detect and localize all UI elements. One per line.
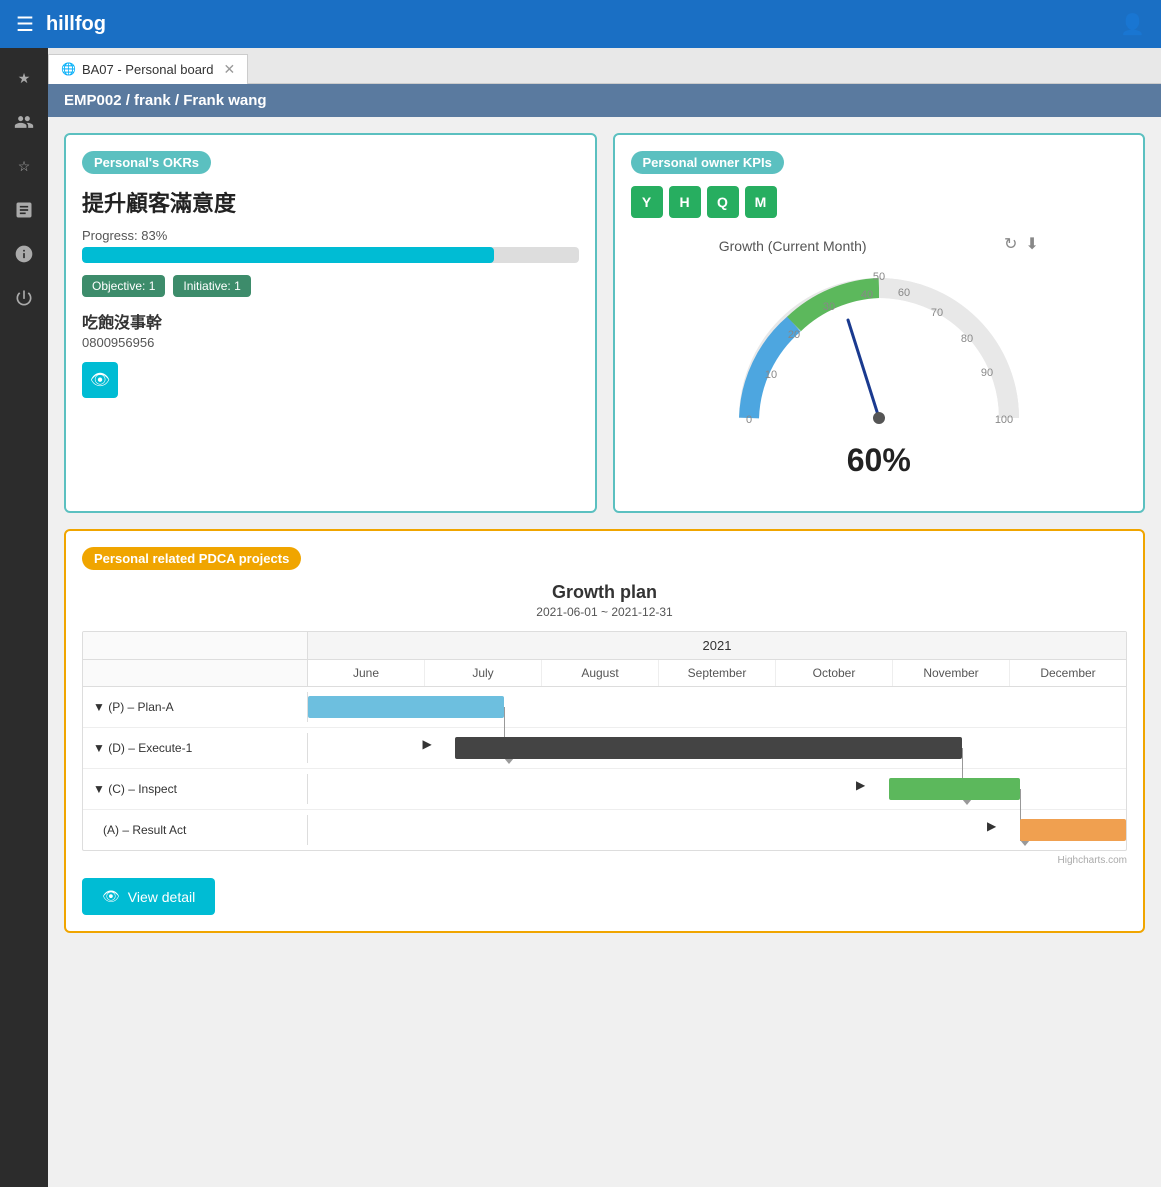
month-july: July: [425, 660, 542, 686]
sidebar-item-power[interactable]: [6, 280, 42, 316]
gantt-row-result: (A) – Result Act ▶: [83, 810, 1126, 850]
gauge-title: Growth (Current Month): [719, 238, 867, 254]
objective-badge: Objective: 1: [82, 275, 165, 297]
okr-title: 提升顧客滿意度: [82, 186, 579, 218]
sidebar-item-layers[interactable]: [6, 192, 42, 228]
kpi-period-buttons: Y H Q M: [631, 186, 1128, 218]
arrow-result-left: ▶: [987, 819, 996, 833]
gantt-row-execute: ▼ (D) – Execute-1 ▶: [83, 728, 1126, 769]
progress-bar-outer: [82, 247, 579, 263]
cards-row: Personal's OKRs 提升顧客滿意度 Progress: 83% Ob…: [64, 133, 1145, 513]
view-detail-button[interactable]: 👁 View detail: [82, 878, 215, 915]
sidebar: ★ ☆: [0, 48, 48, 1187]
tab-label: BA07 - Personal board: [82, 62, 214, 77]
gantt-year-row: 2021: [83, 632, 1126, 660]
gauge-svg: 0 10 20 30 40 50 60 70 80 90 100: [719, 258, 1039, 458]
hamburger-icon[interactable]: ☰: [16, 12, 34, 37]
refresh-icon[interactable]: ↻: [1004, 234, 1017, 254]
tab-close-icon[interactable]: ✕: [223, 61, 235, 78]
badge-row: Objective: 1 Initiative: 1: [82, 275, 579, 297]
okr-sub-title: 吃飽沒事幹: [82, 309, 579, 333]
kpi-card: Personal owner KPIs Y H Q M Growth (Curr…: [613, 133, 1146, 513]
gantt-bar-inspect: [889, 778, 1020, 800]
arrow-execute-left: ▶: [423, 737, 432, 751]
pdca-card: Personal related PDCA projects Growth pl…: [64, 529, 1145, 933]
gantt-content-inspect: ▶: [308, 769, 1126, 809]
month-june: June: [308, 660, 425, 686]
month-december: December: [1010, 660, 1126, 686]
breadcrumb: EMP002 / frank / Frank wang: [0, 84, 1161, 117]
brand-logo: hillfog: [46, 13, 106, 36]
sidebar-item-info[interactable]: [6, 236, 42, 272]
gantt-content-execute: ▶: [308, 728, 1126, 768]
tab-icon: 🌐: [61, 62, 76, 76]
highcharts-credit: Highcharts.com: [82, 855, 1127, 866]
sidebar-item-star1[interactable]: ★: [6, 60, 42, 96]
eye-icon: 👁: [90, 370, 110, 390]
gauge-container: Growth (Current Month) ↻ ⬇: [631, 234, 1128, 479]
svg-text:50: 50: [873, 271, 885, 283]
gantt-label-inspect: ▼ (C) – Inspect: [83, 774, 308, 804]
initiative-badge: Initiative: 1: [173, 275, 250, 297]
month-october: October: [776, 660, 893, 686]
month-september: September: [659, 660, 776, 686]
gantt-container: 2021 June July August September October …: [82, 631, 1127, 851]
gantt-months-row: June July August September October Novem…: [83, 660, 1126, 687]
top-navigation: ☰ hillfog 👤: [0, 0, 1161, 48]
svg-text:40: 40: [861, 289, 873, 301]
svg-text:70: 70: [931, 307, 943, 319]
kpi-btn-q[interactable]: Q: [707, 186, 739, 218]
svg-text:80: 80: [961, 333, 973, 345]
gantt-bar-plan: [308, 696, 504, 718]
svg-text:100: 100: [995, 414, 1013, 426]
view-detail-label: View detail: [128, 889, 195, 905]
month-november: November: [893, 660, 1010, 686]
gantt-label-execute: ▼ (D) – Execute-1: [83, 733, 308, 763]
gantt-bar-result: [1020, 819, 1126, 841]
progress-label: Progress: 83%: [82, 228, 579, 243]
tab-ba07[interactable]: 🌐 BA07 - Personal board ✕: [48, 54, 248, 84]
gantt-year: 2021: [308, 632, 1126, 660]
download-icon[interactable]: ⬇: [1025, 234, 1038, 254]
gantt-content-result: ▶: [308, 810, 1126, 850]
okr-eye-button[interactable]: 👁: [82, 362, 118, 398]
progress-bar-inner: [82, 247, 494, 263]
okr-sub-text: 0800956956: [82, 335, 579, 350]
gantt-months-area: June July August September October Novem…: [308, 660, 1126, 686]
kpi-btn-h[interactable]: H: [669, 186, 701, 218]
kpi-btn-y[interactable]: Y: [631, 186, 663, 218]
okr-card: Personal's OKRs 提升顧客滿意度 Progress: 83% Ob…: [64, 133, 597, 513]
svg-text:30: 30: [823, 301, 835, 313]
sidebar-item-group[interactable]: [6, 104, 42, 140]
topnav-left: ☰ hillfog: [16, 12, 106, 37]
arrow-inspect-left: ▶: [856, 778, 865, 792]
gantt-label-plan: ▼ (P) – Plan-A: [83, 692, 308, 722]
svg-text:0: 0: [746, 414, 752, 426]
main-content: Personal's OKRs 提升顧客滿意度 Progress: 83% Ob…: [48, 117, 1161, 949]
user-icon[interactable]: 👤: [1120, 12, 1145, 37]
gantt-row-plan: ▼ (P) – Plan-A: [83, 687, 1126, 728]
gantt-title: Growth plan: [82, 582, 1127, 603]
kpi-btn-m[interactable]: M: [745, 186, 777, 218]
month-august: August: [542, 660, 659, 686]
svg-text:90: 90: [981, 367, 993, 379]
gantt-subtitle: 2021-06-01 ~ 2021-12-31: [82, 605, 1127, 619]
gantt-content-plan: [308, 687, 1126, 727]
okr-badge: Personal's OKRs: [82, 151, 211, 174]
gantt-row-inspect: ▼ (C) – Inspect ▶: [83, 769, 1126, 810]
pdca-badge: Personal related PDCA projects: [82, 547, 301, 570]
svg-text:20: 20: [788, 329, 800, 341]
gantt-label-result: (A) – Result Act: [83, 815, 308, 845]
svg-text:60: 60: [898, 287, 910, 299]
gantt-bar-execute: [455, 737, 962, 759]
gauge-icons: ↻ ⬇: [1004, 234, 1039, 254]
view-detail-eye-icon: 👁: [102, 888, 120, 905]
svg-text:10: 10: [765, 369, 777, 381]
sidebar-item-star2[interactable]: ☆: [6, 148, 42, 184]
kpi-badge: Personal owner KPIs: [631, 151, 784, 174]
tabbar: 🌐 BA07 - Personal board ✕: [0, 48, 1161, 84]
